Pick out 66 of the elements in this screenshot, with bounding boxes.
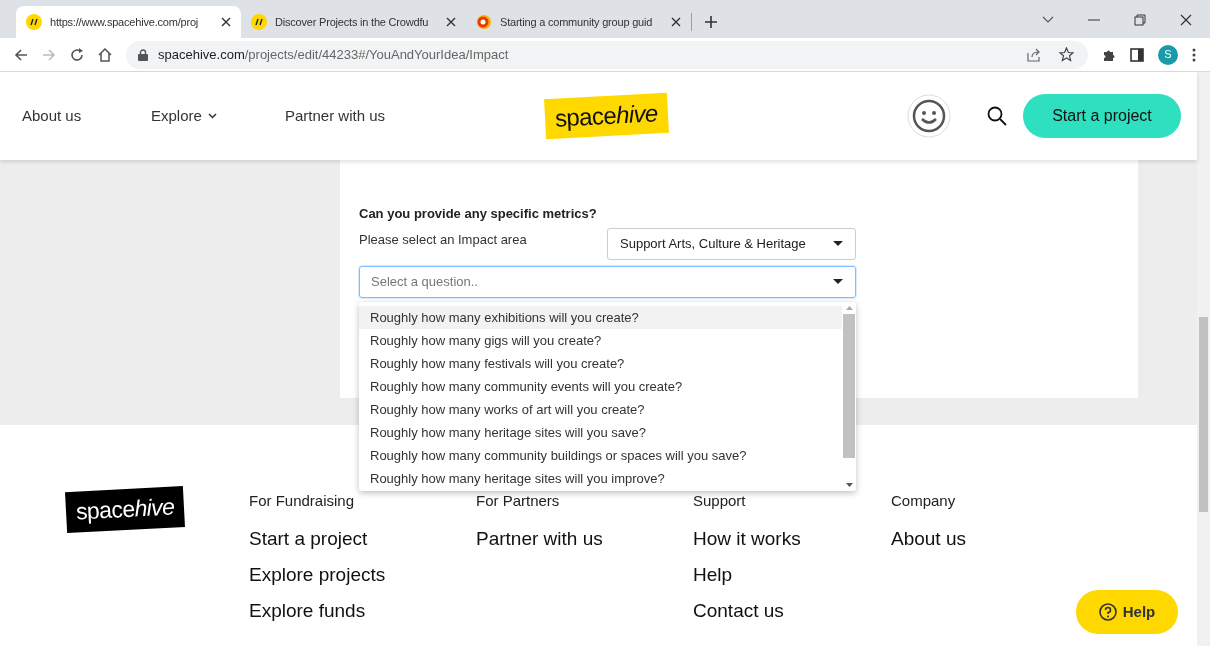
footer-heading: For Partners <box>476 491 561 511</box>
field-label: Please select an Impact area <box>359 230 527 249</box>
star-icon[interactable] <box>1059 47 1074 62</box>
spacehive-logo[interactable]: spacehive <box>65 485 186 534</box>
footer-heading: Company <box>891 491 957 511</box>
caret-icon <box>833 279 843 284</box>
spacehive-logo[interactable]: spacehive <box>544 92 669 140</box>
footer-heading: Support <box>693 491 747 511</box>
menu-icon[interactable] <box>1192 47 1196 62</box>
scrollbar-thumb[interactable] <box>843 314 855 458</box>
tab-title: Starting a community group guid <box>500 14 654 30</box>
scrollbar-thumb[interactable] <box>1199 317 1208 512</box>
dropdown-option[interactable]: Roughly how many gigs will you create? <box>359 329 842 352</box>
reload-icon[interactable] <box>70 47 84 62</box>
footer-link[interactable]: Explore funds <box>249 597 476 633</box>
footer-link[interactable]: Partner with us <box>476 525 693 561</box>
question-icon <box>1098 603 1117 621</box>
close-icon[interactable] <box>446 17 456 27</box>
dropdown-option[interactable]: Roughly how many community events will you create? <box>359 375 842 398</box>
nav-link[interactable]: Explore <box>151 104 285 128</box>
footer-link[interactable]: How it works <box>693 525 891 561</box>
impact-area-dropdown[interactable]: Support Arts, Culture & Heritage <box>607 227 856 260</box>
chevron-down-icon[interactable] <box>1042 16 1054 24</box>
footer-heading: For Fundraising <box>249 491 356 511</box>
close-icon[interactable] <box>1180 14 1192 26</box>
question-input[interactable]: Select a question.. <box>371 271 833 292</box>
dropdown-option[interactable]: Roughly how many heritage sites will you improve? <box>359 467 842 490</box>
chevron-down-icon <box>207 113 217 119</box>
new-tab-icon[interactable] <box>704 15 718 29</box>
footer-link[interactable]: Help <box>693 561 891 597</box>
scrollbar[interactable] <box>1197 72 1210 646</box>
nav-link[interactable]: About us <box>22 104 151 128</box>
home-icon[interactable] <box>98 47 112 62</box>
share-icon[interactable] <box>1027 47 1041 62</box>
dropdown-option[interactable]: Roughly how many festivals will you create? <box>359 352 842 375</box>
question-select-field[interactable]: Select a question.. <box>359 265 856 298</box>
question-heading: Can you provide any specific metrics? <box>359 205 598 223</box>
browser-tab[interactable]: Starting a community group guid <box>466 6 691 38</box>
smiley-avatar-icon[interactable] <box>907 94 951 138</box>
back-icon[interactable] <box>14 47 28 62</box>
dropdown-option[interactable]: Roughly how many works of art will you create? <box>359 398 842 421</box>
lock-icon <box>138 48 148 61</box>
caret-icon <box>833 241 843 246</box>
start-project-button[interactable]: Start a project <box>1023 94 1181 138</box>
restore-icon[interactable] <box>1134 14 1146 26</box>
nav-link[interactable]: Partner with us <box>285 104 435 128</box>
close-icon[interactable] <box>221 17 231 27</box>
site-favicon-icon <box>251 14 267 30</box>
browser-tab[interactable]: https://www.spacehive.com/proj <box>16 6 241 38</box>
help-button[interactable]: Help <box>1076 590 1178 634</box>
side-panel-icon[interactable] <box>1130 47 1144 62</box>
close-icon[interactable] <box>671 17 681 27</box>
tab-title: https://www.spacehive.com/proj <box>50 14 200 30</box>
tab-title: Discover Projects in the Crowdfu <box>275 14 430 30</box>
search-icon[interactable] <box>987 106 1007 126</box>
footer-link[interactable]: Contact us <box>693 597 891 633</box>
dropdown-option[interactable]: Roughly how many community buildings or spaces will you save? <box>359 444 842 467</box>
footer-link[interactable]: About us <box>891 525 1091 561</box>
site-favicon-icon <box>26 14 42 30</box>
dropdown-option[interactable]: Roughly how many heritage sites will you save? <box>359 421 842 444</box>
ring-favicon-icon <box>476 14 492 30</box>
footer-link[interactable]: Explore projects <box>249 561 476 597</box>
scroll-down-icon[interactable] <box>845 483 853 487</box>
browser-tab[interactable]: Discover Projects in the Crowdfu <box>241 6 466 38</box>
dropdown-option[interactable]: Roughly how many exhibitions will you create? <box>359 306 842 329</box>
footer-link[interactable]: Start a project <box>249 525 476 561</box>
